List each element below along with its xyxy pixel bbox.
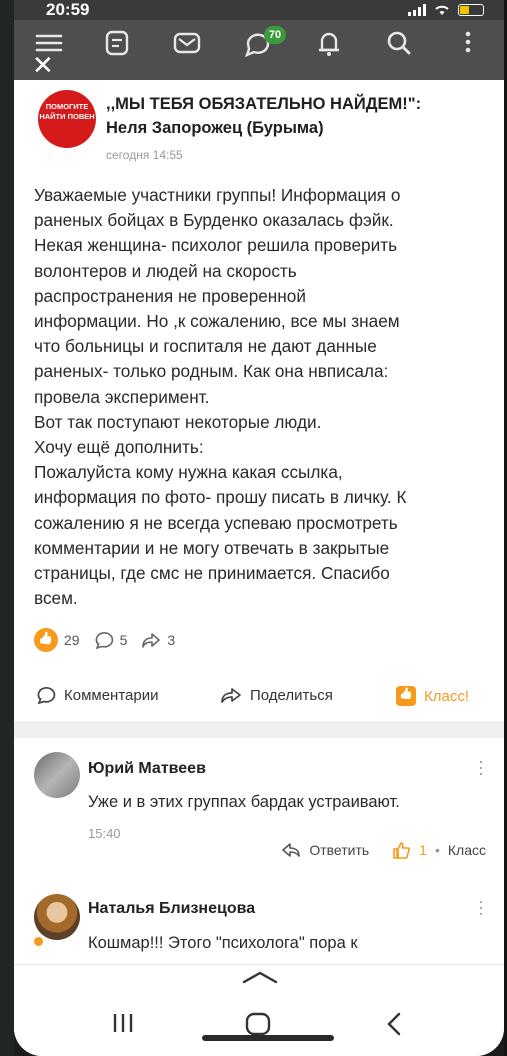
comment-text: Уже и в этих группах бардак устраивают.: [88, 793, 400, 811]
comments-button-label: Комментарии: [64, 686, 159, 704]
shares-stat[interactable]: 3: [141, 631, 175, 649]
comments-count: 5: [119, 632, 128, 648]
comment-author[interactable]: Наталья Близнецова: [88, 900, 255, 918]
reply-button[interactable]: Ответить: [309, 842, 369, 858]
post-actions: Комментарии Поделиться Класс!: [14, 680, 504, 714]
comment-text: Кошмар!!! Этого "психолога" пора к: [88, 934, 358, 952]
more-vertical-icon[interactable]: [462, 28, 474, 58]
reply-icon: [282, 843, 301, 857]
online-indicator: [34, 937, 43, 946]
close-icon[interactable]: ✕: [32, 52, 54, 78]
comment-author[interactable]: Юрий Матвеев: [88, 760, 206, 778]
likes-stat[interactable]: 29: [34, 628, 80, 652]
group-name[interactable]: ,,МЫ ТЕБЯ ОБЯЗАТЕЛЬНО НАЙДЕМ!":: [106, 92, 498, 116]
comments-button[interactable]: Комментарии: [36, 686, 158, 704]
more-vertical-icon[interactable]: · · ·: [478, 752, 484, 782]
like-icon: [393, 842, 411, 859]
klass-button-label: Класс!: [424, 687, 469, 705]
share-button-label: Поделиться: [250, 686, 333, 704]
status-bar: 20:59: [14, 0, 504, 20]
group-logo[interactable]: ПОМОГИТЕ НАЙТИ ПОВЕН: [38, 90, 96, 148]
comment-time: 15:40: [88, 826, 121, 841]
post-text: Уважаемые участники группы! Информация о…: [34, 185, 407, 609]
status-time: 20:59: [46, 0, 90, 19]
klass-button[interactable]: Класс!: [396, 686, 469, 706]
comments-stat[interactable]: 5: [94, 631, 128, 649]
share-icon: [221, 688, 241, 703]
system-nav-bar: [14, 964, 504, 1056]
battery-icon: [458, 4, 484, 16]
comment-likes-count: 1: [419, 842, 427, 858]
bell-icon[interactable]: [312, 28, 346, 58]
status-icons: [408, 3, 484, 17]
comment-icon: [95, 632, 113, 649]
signal-icon: [408, 4, 426, 16]
post-time: сегодня 14:55: [106, 148, 183, 162]
more-vertical-icon[interactable]: · · ·: [478, 892, 484, 922]
avatar[interactable]: [34, 894, 80, 940]
feed-icon[interactable]: [100, 28, 134, 58]
search-icon[interactable]: [382, 28, 416, 58]
shares-count: 3: [167, 632, 176, 648]
share-icon: [142, 633, 161, 648]
back-icon[interactable]: [384, 1011, 404, 1037]
notifications-count-badge: 70: [264, 26, 286, 44]
comment-actions: Ответить 1 • Класс: [281, 840, 486, 860]
share-button[interactable]: Поделиться: [220, 686, 333, 704]
gesture-bar: [202, 1035, 334, 1041]
recent-apps-icon[interactable]: [110, 1011, 136, 1035]
device-bezel-left: [0, 0, 14, 1056]
avatar[interactable]: [34, 752, 80, 798]
comment-icon: [37, 686, 56, 704]
phone-screen: 20:59 70 ✕ ПОМОГИТЕ НАЙТИ ПОВЕН ,,МЫ ТЕБ…: [14, 0, 504, 1056]
separator-dot: •: [434, 842, 440, 858]
post-author[interactable]: Неля Запорожец (Бурыма): [106, 116, 324, 140]
wifi-icon: [435, 5, 449, 15]
top-nav: 70: [14, 20, 504, 80]
like-icon: [34, 628, 58, 652]
post-stats: 29 5 3: [34, 627, 189, 653]
section-divider: [14, 722, 504, 738]
klass-icon: [396, 686, 416, 706]
likes-count: 29: [64, 632, 80, 648]
klass-link[interactable]: Класс: [448, 842, 486, 858]
chevron-up-icon[interactable]: [240, 969, 280, 985]
home-icon[interactable]: [244, 1011, 272, 1037]
messages-icon[interactable]: [170, 28, 204, 58]
